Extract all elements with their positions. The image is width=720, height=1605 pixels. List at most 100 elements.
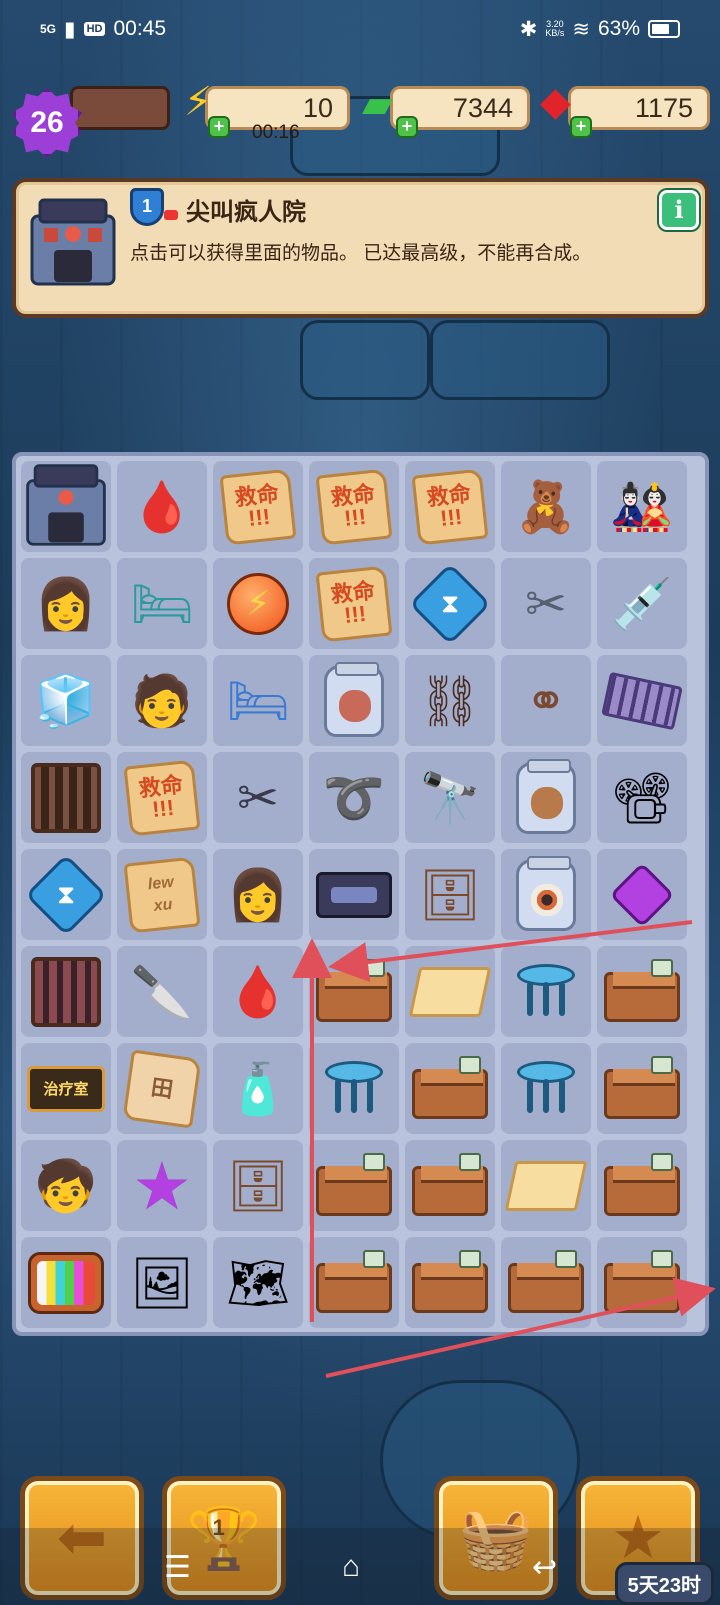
stool-leg (543, 1078, 549, 1113)
energy-orb-icon: ⚡ (227, 572, 289, 635)
home-icon[interactable]: ⌂ (342, 1550, 360, 1584)
board-cell-cardboard-box[interactable] (405, 1237, 495, 1328)
board-cell-energy-orb[interactable]: ⚡ (213, 558, 303, 649)
board-cell-cardboard-box[interactable] (309, 1237, 399, 1328)
add-cash-button[interactable]: + (396, 116, 418, 138)
board-cell-paper-sheet[interactable] (501, 1140, 591, 1231)
stool-leg (527, 1078, 533, 1113)
battery-icon (648, 20, 680, 38)
board-cell-film-strip[interactable] (597, 655, 687, 746)
menu-icon[interactable]: ☰ (164, 1550, 191, 1585)
board-cell-pliers[interactable]: ✂ (213, 752, 303, 843)
stool-leg (335, 1078, 341, 1113)
board-cell-retro-tv[interactable] (21, 1237, 111, 1328)
board-cell-tweezers[interactable]: ✂ (501, 558, 591, 649)
add-gems-button[interactable]: + (570, 116, 592, 138)
jar-content (339, 689, 371, 722)
board-cell-medicine-bottle[interactable]: 🧴 (213, 1043, 303, 1134)
board-cell-blue-stool[interactable] (501, 946, 591, 1037)
board-cell-cardboard-box[interactable] (597, 946, 687, 1037)
board-cell-paper-sheet[interactable] (405, 946, 495, 1037)
board-cell-purple-star[interactable]: ★ (117, 1140, 207, 1231)
board-cell-help-note[interactable]: 救命 !!! (117, 752, 207, 843)
board-cell-cage[interactable] (21, 752, 111, 843)
jar-content (531, 786, 563, 819)
board-cell-blue-stool[interactable] (501, 1043, 591, 1134)
board-cell-cardboard-box[interactable] (597, 1043, 687, 1134)
board-cell-jar-lungs[interactable] (309, 655, 399, 746)
board-cell-help-note[interactable]: 救命 !!! (405, 461, 495, 552)
item-title: 尖叫疯人院 (186, 199, 306, 226)
treatment-sign-icon: 治疗室 (27, 1065, 105, 1112)
help-note-icon: 救命 !!! (219, 468, 297, 545)
board-cell-projector[interactable]: 📽 (597, 752, 687, 843)
board-cell-blue-stool[interactable] (309, 1043, 399, 1134)
back-nav-icon[interactable]: ↩ (532, 1550, 557, 1585)
event-timer-badge[interactable]: 5天23时 (614, 1562, 714, 1605)
board-cell-hourglass-gem[interactable]: ⧗ (405, 558, 495, 649)
box-label (363, 958, 385, 977)
board-cell-toy-box[interactable]: 🧸 (501, 461, 591, 552)
board-cell-scribble-note[interactable]: lew xu (117, 849, 207, 940)
radiator-icon (31, 956, 101, 1027)
board-cell-purple-diamond[interactable] (597, 849, 687, 940)
box-label (459, 1152, 481, 1171)
board-cell-binoculars[interactable]: 🔭 (405, 752, 495, 843)
board-cell-asylum-building[interactable] (21, 461, 111, 552)
board-cell-desk-items[interactable]: 🗄 (405, 849, 495, 940)
board-cell-cardboard-box[interactable] (309, 1140, 399, 1231)
board-cell-jar-eye[interactable] (501, 849, 591, 940)
board-cell-help-note[interactable]: 救命 !!! (309, 461, 399, 552)
board-cell-cardboard-box[interactable] (597, 1237, 687, 1328)
board-cell-blueprint-paper[interactable]: 田 (117, 1043, 207, 1134)
board-cell-cardboard-box[interactable] (597, 1140, 687, 1231)
ball-chain-icon: ⛓ (418, 672, 482, 729)
board-cell-help-note[interactable]: 救命 !!! (309, 558, 399, 649)
board-cell-treatment-sign[interactable]: 治疗室 (21, 1043, 111, 1134)
board-cell-handcuffs[interactable]: ⚭ (501, 655, 591, 746)
stool-leg (351, 1078, 357, 1113)
net-speed: 3.20 KB/s (545, 20, 564, 38)
board-cell-kid-toys[interactable]: 🧒 (21, 1140, 111, 1231)
board-cell-hourglass-gem[interactable]: ⧗ (21, 849, 111, 940)
board-cell-help-note[interactable]: 救命 !!! (213, 461, 303, 552)
item-description: 点击可以获得里面的物品。 已达最高级，不能再合成。 (130, 243, 592, 264)
stool-leg (367, 1078, 373, 1113)
board-cell-cardboard-box[interactable] (501, 1237, 591, 1328)
board-cell-photos[interactable]: 🖼 (117, 1237, 207, 1328)
board-cell-color-cubes[interactable]: 🧊 (21, 655, 111, 746)
board-cell-doctor-syringe[interactable]: 🧑 (117, 655, 207, 746)
board-cell-nurse-girl[interactable]: 👩 (21, 558, 111, 649)
box-label (363, 1249, 385, 1268)
board-cell-desk-items[interactable]: 🗄 (213, 1140, 303, 1231)
cardboard-box-icon (316, 958, 392, 1022)
cardboard-box-icon (604, 1152, 680, 1216)
retro-tv-icon (28, 1251, 104, 1314)
board-cell-scalpel[interactable]: 🔪 (117, 946, 207, 1037)
hourglass-gem-icon: ⧗ (24, 853, 108, 936)
board-cell-syringe-set[interactable]: 💉 (597, 558, 687, 649)
board-cell-iv-bag[interactable]: 🩸 (213, 946, 303, 1037)
kid-toys-icon: 🧒 (34, 1157, 98, 1214)
board-cell-nurse-girl[interactable]: 👩 (213, 849, 303, 940)
add-energy-button[interactable]: + (208, 116, 230, 138)
board-cell-cassette[interactable] (309, 849, 399, 940)
board-cell-nurse-doll[interactable]: 🎎 (597, 461, 687, 552)
board-cell-cardboard-box[interactable] (309, 946, 399, 1037)
info-button[interactable]: i (659, 190, 699, 230)
board-cell-whip[interactable]: ➰ (309, 752, 399, 843)
syringe-set-icon: 💉 (610, 575, 674, 632)
cardboard-box-icon (412, 1249, 488, 1313)
board-cell-iv-bag[interactable]: 🩸 (117, 461, 207, 552)
board-cell-cardboard-box[interactable] (405, 1043, 495, 1134)
board-cell-torn-photos[interactable]: 🗺 (213, 1237, 303, 1328)
board-cell-hospital-bed[interactable]: 🛏 (117, 558, 207, 649)
board-cell-jar-brain[interactable] (501, 752, 591, 843)
board-cell-radiator[interactable] (21, 946, 111, 1037)
board-cell-hospital-bed-blue[interactable]: 🛏 (213, 655, 303, 746)
board-cell-ball-chain[interactable]: ⛓ (405, 655, 495, 746)
stool-leg (559, 981, 565, 1016)
board-cell-cardboard-box[interactable] (405, 1140, 495, 1231)
box-label (459, 1249, 481, 1268)
stool-icon (517, 963, 575, 1020)
